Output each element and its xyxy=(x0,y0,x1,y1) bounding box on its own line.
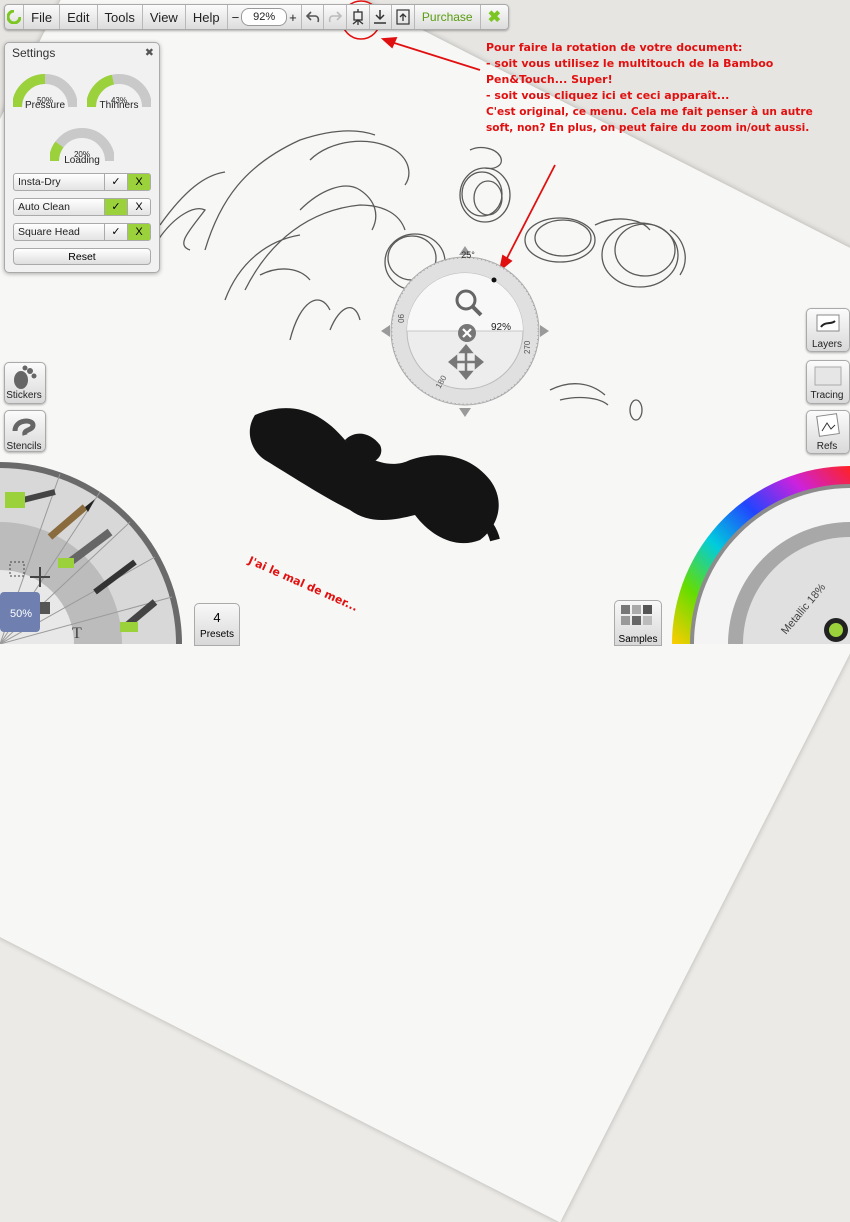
menu-help[interactable]: Help xyxy=(186,5,228,29)
annotation-line: soft, non? En plus, on peut faire du zoo… xyxy=(486,122,810,134)
layers-label: Layers xyxy=(811,339,842,350)
canvas-rotate-icon[interactable] xyxy=(347,5,370,29)
tick-90: 90 xyxy=(396,314,405,323)
option-on-button[interactable]: ✓ xyxy=(104,199,127,215)
option-on-button[interactable]: ✓ xyxy=(104,174,127,190)
annotation-note: Pour faire la rotation de votre document… xyxy=(486,40,813,136)
color-wheel[interactable]: Metallic 18% xyxy=(668,465,850,644)
settings-panel: Settings ✖ 50% Pressure 43% Thinners 20%… xyxy=(4,42,160,273)
stickers-label: Stickers xyxy=(6,390,42,401)
option-off-button[interactable]: X xyxy=(127,174,150,190)
samples-grid-icon xyxy=(621,605,652,625)
stencils-label: Stencils xyxy=(6,441,42,452)
samples-button[interactable]: Samples xyxy=(614,600,662,646)
layers-icon xyxy=(816,314,840,332)
annotation-line: Pour faire la rotation de votre document… xyxy=(486,41,743,54)
tick-270: 270 xyxy=(523,340,532,354)
zoom-control: − 92% + xyxy=(228,5,302,29)
option-label: Insta-Dry xyxy=(18,176,61,188)
option-off-button[interactable]: X xyxy=(127,224,150,240)
tracing-label: Tracing xyxy=(810,390,844,401)
annotation-line: - soit vous utilisez le multitouch de la… xyxy=(486,57,774,70)
settings-title: Settings xyxy=(12,46,56,60)
export-icon[interactable] xyxy=(392,5,415,29)
reference-icon xyxy=(816,413,840,437)
annotation-line: Pen&Touch... Super! xyxy=(486,73,613,86)
pressure-label: Pressure xyxy=(24,100,65,111)
presets-count: 4 xyxy=(213,610,221,625)
option-on-button[interactable]: ✓ xyxy=(104,224,127,240)
zoom-out-button[interactable]: − xyxy=(232,10,240,25)
menu-view[interactable]: View xyxy=(143,5,186,29)
text-tool-icon[interactable]: T xyxy=(72,625,82,642)
zoom-in-button[interactable]: + xyxy=(289,10,297,25)
redo-icon[interactable] xyxy=(324,5,348,29)
settings-close-icon[interactable]: ✖ xyxy=(145,46,154,59)
insta-dry-option: Insta-Dry ✓ X xyxy=(13,173,151,191)
brush-size-value: 50% xyxy=(10,608,32,620)
samples-label: Samples xyxy=(618,634,658,645)
reset-button[interactable]: Reset xyxy=(13,248,151,265)
rotation-handle-icon[interactable] xyxy=(491,277,497,283)
dial-zoom-value: 92% xyxy=(491,322,511,333)
undo-icon[interactable] xyxy=(302,5,325,29)
auto-clean-option: Auto Clean ✓ X xyxy=(13,198,151,216)
main-toolbar: File Edit Tools View Help − 92% + Purcha… xyxy=(4,4,509,30)
annotation-line: - soit vous cliquez ici et ceci apparaît… xyxy=(486,89,730,102)
menu-file[interactable]: File xyxy=(24,5,61,29)
refs-label: Refs xyxy=(816,441,838,452)
thinners-label: Thinners xyxy=(99,100,139,111)
dial-close-icon[interactable] xyxy=(458,324,476,342)
footprint-icon xyxy=(14,365,37,389)
option-label: Auto Clean xyxy=(18,201,70,213)
option-label: Square Head xyxy=(18,226,80,238)
import-icon[interactable] xyxy=(370,5,393,29)
rotation-angle: 25° xyxy=(461,250,475,260)
menu-tools[interactable]: Tools xyxy=(98,5,143,29)
menu-edit[interactable]: Edit xyxy=(60,5,98,29)
square-head-option: Square Head ✓ X xyxy=(13,223,151,241)
presets-label: Presets xyxy=(200,629,234,640)
option-off-button[interactable]: X xyxy=(127,199,150,215)
close-icon[interactable]: ✖ xyxy=(481,5,508,29)
svg-text:T: T xyxy=(72,625,82,642)
rotation-dial[interactable]: 25° 90 270 180 92% xyxy=(378,244,553,419)
annotation-line: C'est original, ce menu. Cela me fait pe… xyxy=(486,106,813,118)
tool-wheel[interactable]: T 50% xyxy=(0,462,185,644)
presets-button[interactable]: 4 Presets xyxy=(194,603,240,646)
stencil-icon xyxy=(12,418,36,436)
zoom-value[interactable]: 92% xyxy=(241,8,288,26)
app-logo-icon[interactable] xyxy=(5,5,25,29)
purchase-button[interactable]: Purchase xyxy=(415,5,481,29)
loading-label: Loading xyxy=(64,155,100,166)
tracing-icon xyxy=(814,366,842,386)
